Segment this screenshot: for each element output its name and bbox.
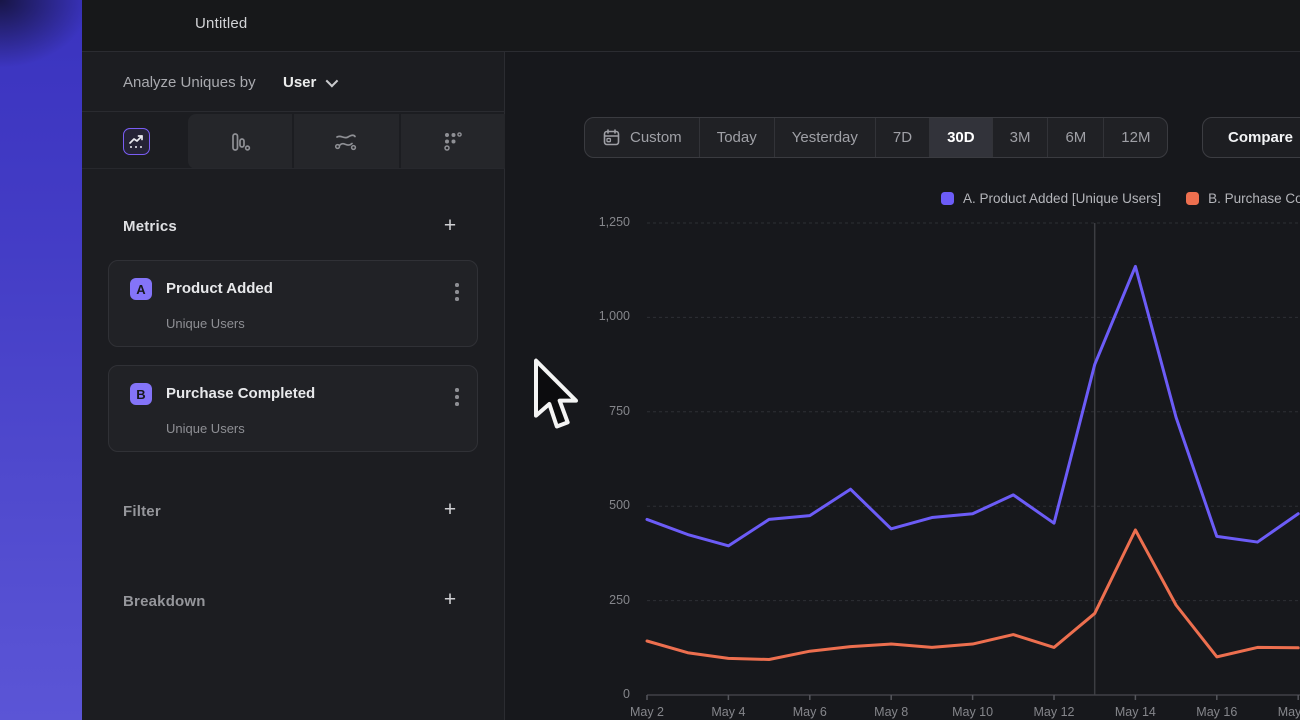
chart-panel: Custom Today Yesterday 7D 30D 3M 6M 12M Compare… <box>505 52 1300 720</box>
top-bar: Untitled <box>82 0 1300 52</box>
legend-item[interactable]: B. Purchase Completed [Unique Users] <box>1186 190 1300 206</box>
chart-type-tabs <box>82 113 505 169</box>
bar-chart-icon <box>228 130 252 154</box>
chart-legend: A. Product Added [Unique Users] B. Purcha… <box>941 190 1300 206</box>
query-builder-panel: Analyze Uniques by User <box>82 52 505 720</box>
y-axis-tick-label: 1,250 <box>570 215 630 229</box>
add-breakdown-button[interactable]: + <box>440 591 460 611</box>
line-chart-icon <box>128 133 145 150</box>
breakdown-section-label: Breakdown <box>123 593 206 610</box>
retention-dots-icon <box>441 130 465 154</box>
compare-button[interactable]: Compare <box>1202 117 1300 158</box>
range-segment-12m[interactable]: 12M <box>1104 118 1167 157</box>
calendar-icon <box>602 128 621 147</box>
divider <box>82 168 505 169</box>
metric-name: Product Added <box>166 280 273 297</box>
analyze-by-label: Analyze Uniques by <box>123 74 256 91</box>
tab-retention[interactable] <box>401 114 505 169</box>
metric-aggregation[interactable]: Unique Users <box>166 316 245 331</box>
x-axis-tick-label: May 18 <box>1263 705 1300 719</box>
range-segment-30d[interactable]: 30D <box>930 118 993 157</box>
tab-line-chart[interactable] <box>123 128 150 155</box>
analyze-by-dropdown[interactable]: User <box>283 74 335 91</box>
add-filter-button[interactable]: + <box>440 501 460 521</box>
range-segment-3m[interactable]: 3M <box>993 118 1049 157</box>
range-segment-today[interactable]: Today <box>700 118 775 157</box>
range-segment-label: 12M <box>1121 129 1150 146</box>
range-segment-label: Today <box>717 129 757 146</box>
legend-label: A. Product Added [Unique Users] <box>963 191 1161 206</box>
range-segment-label: 7D <box>893 129 912 146</box>
date-range-selector: Custom Today Yesterday 7D 30D 3M 6M 12M <box>584 117 1168 158</box>
x-axis-tick-label: May 14 <box>1100 705 1170 719</box>
range-segment-yesterday[interactable]: Yesterday <box>775 118 876 157</box>
metric-aggregation[interactable]: Unique Users <box>166 421 245 436</box>
x-axis-tick-label: May 4 <box>693 705 763 719</box>
range-segment-label: 3M <box>1010 129 1031 146</box>
kebab-menu-icon[interactable] <box>455 388 459 409</box>
y-axis-tick-label: 500 <box>570 498 630 512</box>
range-segment-7d[interactable]: 7D <box>876 118 930 157</box>
background-gradient-strip <box>0 0 82 720</box>
filter-section-label: Filter <box>123 503 161 520</box>
range-segment-label: Custom <box>630 129 682 146</box>
x-axis-tick-label: May 16 <box>1182 705 1252 719</box>
tab-bar-chart[interactable] <box>188 114 294 169</box>
chart-type-tab-strip <box>188 114 505 169</box>
x-axis-tick-label: May 10 <box>938 705 1008 719</box>
y-axis-tick-label: 1,000 <box>570 309 630 323</box>
metric-card-purchase-completed[interactable]: B Purchase Completed Unique Users <box>108 365 478 452</box>
x-axis-tick-label: May 6 <box>775 705 845 719</box>
analyze-by-value: User <box>283 74 316 91</box>
y-axis-tick-label: 250 <box>570 593 630 607</box>
metric-badge: B <box>130 383 152 405</box>
kebab-menu-icon[interactable] <box>455 283 459 304</box>
range-segment-label: Yesterday <box>792 129 858 146</box>
flows-icon <box>333 130 359 154</box>
x-axis-tick-label: May 12 <box>1019 705 1089 719</box>
range-segment-label: 6M <box>1065 129 1086 146</box>
document-title[interactable]: Untitled <box>195 15 247 32</box>
range-segment-6m[interactable]: 6M <box>1048 118 1104 157</box>
range-segment-custom[interactable]: Custom <box>585 118 700 157</box>
y-axis-tick-label: 750 <box>570 404 630 418</box>
metric-card-product-added[interactable]: A Product Added Unique Users <box>108 260 478 347</box>
x-axis-tick-label: May 2 <box>612 705 682 719</box>
add-metric-button[interactable]: + <box>440 217 460 237</box>
legend-item[interactable]: A. Product Added [Unique Users] <box>941 190 1161 206</box>
x-axis-tick-label: May 8 <box>856 705 926 719</box>
legend-swatch <box>941 192 954 205</box>
analyze-by-row: Analyze Uniques by User <box>82 52 505 112</box>
legend-swatch <box>1186 192 1199 205</box>
metric-name: Purchase Completed <box>166 385 315 402</box>
metric-badge: A <box>130 278 152 300</box>
y-axis-tick-label: 0 <box>570 687 630 701</box>
legend-label: B. Purchase Completed [Unique Users] <box>1208 191 1300 206</box>
metrics-section-label: Metrics <box>123 218 177 235</box>
range-segment-label: 30D <box>947 129 975 146</box>
tab-flows[interactable] <box>294 114 400 169</box>
chevron-down-icon <box>326 75 339 88</box>
